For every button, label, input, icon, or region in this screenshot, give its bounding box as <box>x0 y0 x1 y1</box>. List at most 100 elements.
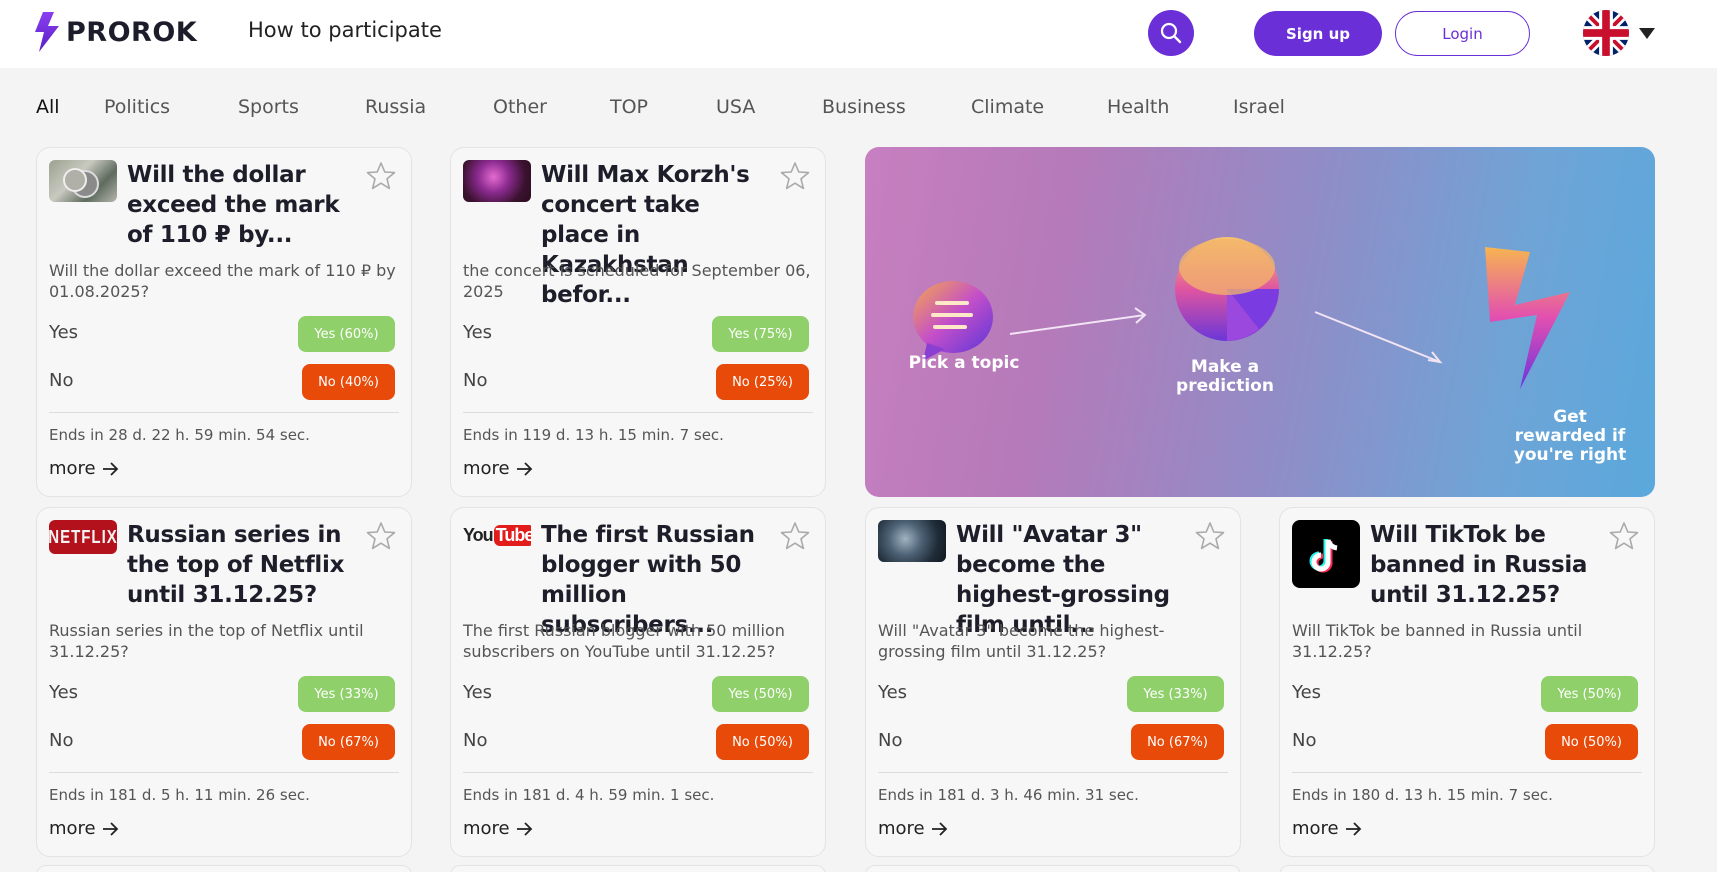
prediction-card[interactable]: Will the dollar exceed the mark of 110 ₽… <box>36 147 412 497</box>
no-label: No <box>463 730 488 751</box>
prediction-card[interactable] <box>450 865 826 872</box>
prediction-card[interactable] <box>1279 865 1655 872</box>
prediction-card[interactable]: You Tube The first Russian blogger with … <box>450 507 826 857</box>
tab-top[interactable]: TOP <box>610 96 716 118</box>
tab-all[interactable]: All <box>36 96 104 118</box>
chevron-down-icon <box>1639 27 1655 39</box>
logo[interactable]: PROROK <box>34 12 197 52</box>
tab-sports[interactable]: Sports <box>238 96 365 118</box>
star-icon[interactable] <box>779 520 811 552</box>
netflix-logo: NETFLIX <box>49 520 117 554</box>
how-it-works-banner[interactable]: Pick a topic Make a prediction Get rewar… <box>865 147 1655 497</box>
language-selector[interactable] <box>1583 10 1655 56</box>
tab-israel[interactable]: Israel <box>1233 96 1285 118</box>
yes-button[interactable]: Yes (50%) <box>712 676 809 712</box>
more-link[interactable]: more <box>49 458 120 479</box>
concert-photo-icon <box>463 160 531 202</box>
card-title[interactable]: Will the dollar exceed the mark of 110 ₽… <box>127 160 357 250</box>
more-link[interactable]: more <box>463 458 534 479</box>
no-label: No <box>49 730 74 751</box>
yes-button[interactable]: Yes (33%) <box>298 676 395 712</box>
step-pick-topic: Pick a topic <box>908 353 1020 373</box>
prediction-card[interactable]: NETFLIX Russian series in the top of Net… <box>36 507 412 857</box>
no-button[interactable]: No (50%) <box>716 724 809 760</box>
search-icon <box>1160 22 1182 44</box>
more-link[interactable]: more <box>1292 818 1363 839</box>
no-button[interactable]: No (40%) <box>302 364 395 400</box>
yes-label: Yes <box>1292 682 1322 703</box>
yes-button[interactable]: Yes (50%) <box>1541 676 1638 712</box>
divider <box>463 772 813 773</box>
yes-label: Yes <box>49 682 79 703</box>
card-title[interactable]: Russian series in the top of Netflix unt… <box>127 520 357 610</box>
more-link[interactable]: more <box>463 818 534 839</box>
countdown-text: Ends in 180 d. 13 h. 15 min. 7 sec. <box>1292 786 1553 804</box>
yes-button[interactable]: Yes (75%) <box>712 316 809 352</box>
prediction-card[interactable] <box>36 865 412 872</box>
countdown-text: Ends in 181 d. 5 h. 11 min. 26 sec. <box>49 786 310 804</box>
youtube-logo-text-tube: Tube <box>493 524 531 546</box>
no-label: No <box>49 370 74 391</box>
prediction-card[interactable]: Will TikTok be banned in Russia until 31… <box>1279 507 1655 857</box>
header: PROROK How to participate Sign up Login <box>0 0 1717 68</box>
yes-button[interactable]: Yes (60%) <box>298 316 395 352</box>
tab-climate[interactable]: Climate <box>971 96 1107 118</box>
yes-label: Yes <box>463 682 493 703</box>
more-link[interactable]: more <box>49 818 120 839</box>
no-label: No <box>463 370 488 391</box>
countdown-text: Ends in 181 d. 3 h. 46 min. 31 sec. <box>878 786 1139 804</box>
search-button[interactable] <box>1148 10 1194 56</box>
yes-label: Yes <box>49 322 79 343</box>
tab-politics[interactable]: Politics <box>104 96 238 118</box>
no-button[interactable]: No (67%) <box>1131 724 1224 760</box>
dollar-coins-icon <box>49 160 117 202</box>
arrow-right-icon <box>516 461 532 476</box>
tab-health[interactable]: Health <box>1107 96 1233 118</box>
arrow-right-icon <box>516 821 532 836</box>
card-title[interactable]: Will TikTok be banned in Russia until 31… <box>1370 520 1600 610</box>
more-label: more <box>878 818 925 839</box>
more-link[interactable]: more <box>878 818 949 839</box>
tab-other[interactable]: Other <box>493 96 610 118</box>
divider <box>49 772 399 773</box>
uk-flag-icon <box>1583 10 1629 56</box>
star-icon[interactable] <box>365 160 397 192</box>
countdown-text: Ends in 119 d. 13 h. 15 min. 7 sec. <box>463 426 724 444</box>
prediction-card[interactable] <box>865 865 1241 872</box>
signup-button[interactable]: Sign up <box>1254 11 1382 56</box>
more-label: more <box>49 818 96 839</box>
star-icon[interactable] <box>365 520 397 552</box>
countdown-text: Ends in 181 d. 4 h. 59 min. 1 sec. <box>463 786 715 804</box>
arrow-right-icon <box>102 461 118 476</box>
divider <box>1292 772 1642 773</box>
more-label: more <box>463 458 510 479</box>
more-label: more <box>463 818 510 839</box>
prediction-card[interactable]: Will Max Korzh's concert take place in K… <box>450 147 826 497</box>
arrow-right-icon <box>1345 821 1361 836</box>
star-icon[interactable] <box>779 160 811 192</box>
tab-business[interactable]: Business <box>822 96 971 118</box>
netflix-logo-text: NETFLIX <box>49 526 117 548</box>
no-button[interactable]: No (67%) <box>302 724 395 760</box>
avatar-photo-icon <box>878 520 946 562</box>
step-get-rewarded: Get rewarded if you're right <box>1513 407 1627 465</box>
countdown-text: Ends in 28 d. 22 h. 59 min. 54 sec. <box>49 426 310 444</box>
star-icon[interactable] <box>1608 520 1640 552</box>
login-button[interactable]: Login <box>1395 11 1530 56</box>
tab-usa[interactable]: USA <box>716 96 822 118</box>
yes-button[interactable]: Yes (33%) <box>1127 676 1224 712</box>
tab-russia[interactable]: Russia <box>365 96 493 118</box>
how-to-participate-link[interactable]: How to participate <box>248 18 442 42</box>
arrow-right-icon <box>931 821 947 836</box>
youtube-logo-text-you: You <box>463 524 494 545</box>
card-description: Will the dollar exceed the mark of 110 ₽… <box>49 261 396 301</box>
category-tabs: All Politics Sports Russia Other TOP USA… <box>36 96 1285 118</box>
more-label: more <box>1292 818 1339 839</box>
star-icon[interactable] <box>1194 520 1226 552</box>
no-button[interactable]: No (50%) <box>1545 724 1638 760</box>
card-description: Will "Avatar 3" become the highest-gross… <box>878 621 1165 661</box>
no-button[interactable]: No (25%) <box>716 364 809 400</box>
lightning-logo-icon <box>35 12 59 52</box>
no-label: No <box>1292 730 1317 751</box>
prediction-card[interactable]: Will "Avatar 3" become the highest-gross… <box>865 507 1241 857</box>
